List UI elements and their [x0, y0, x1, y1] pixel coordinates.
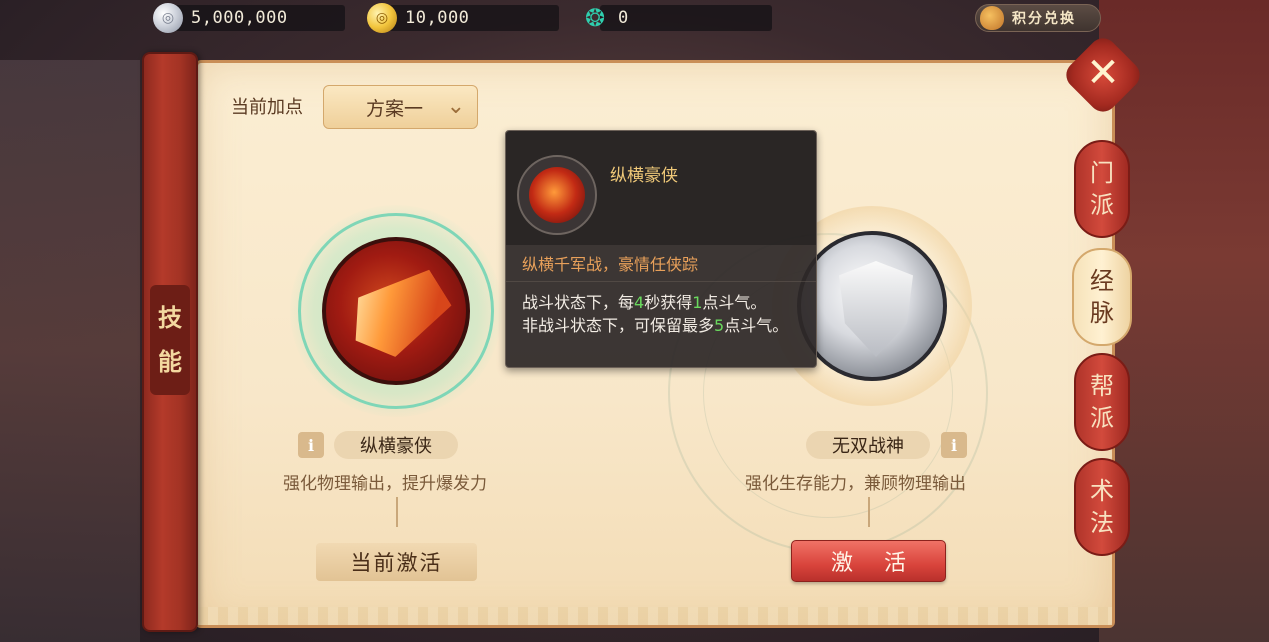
current-active-button[interactable]: 当前激活	[316, 543, 477, 581]
tab-spell[interactable]: 术 法	[1074, 458, 1130, 556]
tab-char: 帮	[1090, 372, 1114, 400]
tab-char: 术	[1090, 477, 1114, 505]
skill-right-name: 无双战神	[806, 431, 930, 459]
tooltip-skill-icon	[517, 155, 597, 235]
side-banner-char: 能	[158, 348, 182, 376]
tooltip-skill-name: 纵横豪侠	[610, 166, 678, 186]
tooltip-number: 5	[714, 316, 725, 335]
tooltip-text: 点斗气。	[702, 293, 767, 312]
divider-line	[868, 497, 870, 527]
skill-left-description: 强化物理输出，提升爆发力	[283, 474, 487, 494]
background-left	[0, 60, 140, 642]
tab-char: 门	[1090, 159, 1114, 187]
tooltip-subtitle: 纵横千军战，豪情任侠踪	[522, 255, 699, 274]
divider-line	[396, 497, 398, 527]
tab-sect[interactable]: 门 派	[1074, 140, 1130, 238]
tooltip-divider	[506, 281, 816, 282]
skill-right-description: 强化生存能力，兼顾物理输出	[745, 474, 966, 494]
silver-coin-icon[interactable]: ◎	[153, 3, 183, 33]
points-exchange-label: 积分兑换	[1012, 11, 1076, 27]
gold-amount: 10,000	[405, 8, 470, 28]
close-icon: ✕	[1086, 50, 1120, 96]
skill-right-orb[interactable]	[797, 231, 947, 381]
gold-currency: ◎ 10,000	[367, 3, 559, 33]
shield-icon	[839, 261, 913, 357]
jade-currency: ❂ 0	[580, 4, 772, 32]
tooltip-text: 点斗气。	[724, 316, 789, 335]
tab-meridian[interactable]: 经 脉	[1072, 248, 1132, 346]
money-bag-icon	[980, 6, 1004, 30]
plan-dropdown[interactable]: 方案一 ⌄	[323, 85, 478, 129]
skill-left-orb[interactable]	[322, 237, 470, 385]
tooltip-description: 战斗状态下，每4秒获得1点斗气。 非战斗状态下，可保留最多5点斗气。	[522, 291, 812, 337]
tooltip-text: 非战斗状态下，可保留最多	[522, 316, 715, 335]
tooltip-number: 1	[692, 293, 703, 312]
tooltip-text: 秒获得	[644, 293, 693, 312]
silver-amount: 5,000,000	[191, 8, 288, 28]
skill-tooltip: 纵横豪侠 纵横千军战，豪情任侠踪 战斗状态下，每4秒获得1点斗气。 非战斗状态下…	[505, 130, 817, 368]
tab-char: 派	[1090, 191, 1114, 219]
chevron-down-icon: ⌄	[446, 94, 465, 119]
jade-amount: 0	[618, 8, 629, 28]
side-banner-title: 技 能	[150, 285, 190, 395]
tooltip-number: 4	[634, 293, 645, 312]
tab-char: 派	[1090, 404, 1114, 432]
gold-coin-icon[interactable]: ◎	[367, 3, 397, 33]
tab-char: 法	[1090, 509, 1114, 537]
flame-crystal-icon	[337, 258, 459, 370]
silver-currency: ◎ 5,000,000	[153, 3, 345, 33]
info-icon[interactable]: i	[941, 432, 967, 458]
activate-button[interactable]: 激 活	[791, 540, 946, 582]
plan-selected-value: 方案一	[366, 97, 424, 120]
side-banner-char: 技	[158, 304, 182, 332]
plan-label: 当前加点	[231, 97, 303, 118]
close-button[interactable]: ✕	[1060, 32, 1146, 118]
tab-char: 脉	[1090, 299, 1114, 327]
skill-left-name: 纵横豪侠	[334, 431, 458, 459]
info-icon[interactable]: i	[298, 432, 324, 458]
tab-guild[interactable]: 帮 派	[1074, 353, 1130, 451]
points-exchange-button[interactable]: 积分兑换	[975, 4, 1101, 32]
tab-char: 经	[1090, 267, 1114, 295]
jade-icon[interactable]: ❂	[580, 3, 610, 33]
tooltip-text: 战斗状态下，每	[522, 293, 635, 312]
